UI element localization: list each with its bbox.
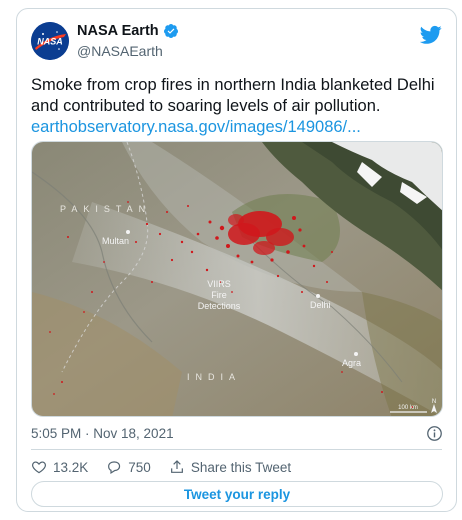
city-marker-agra — [354, 352, 358, 356]
like-button[interactable]: 13.2K — [31, 459, 88, 475]
city-marker-multan — [126, 230, 130, 234]
label-viirs-2: Fire — [211, 290, 227, 300]
verified-badge-icon — [163, 24, 178, 38]
reply-bubble-icon — [108, 461, 121, 474]
tweet-your-reply-button[interactable]: Tweet your reply — [31, 481, 443, 507]
tweet-header: NASA NASA Earth @NASAEarth — [31, 22, 442, 62]
satellite-map-image: PAKISTAN INDIA Multan Delhi Agra VIIRS F… — [32, 142, 442, 416]
label-delhi: Delhi — [310, 300, 331, 310]
label-agra: Agra — [342, 358, 361, 368]
name-line: NASA Earth — [77, 23, 179, 39]
heart-icon — [31, 461, 47, 474]
display-name[interactable]: NASA Earth — [77, 23, 159, 39]
avatar[interactable]: NASA — [31, 22, 69, 60]
tweet-card: NASA NASA Earth @NASAEarth Smoke from cr… — [16, 8, 457, 512]
tweet-media[interactable]: PAKISTAN INDIA Multan Delhi Agra VIIRS F… — [31, 141, 443, 417]
reply-count: 750 — [128, 459, 151, 475]
info-icon[interactable] — [426, 425, 443, 442]
reply-count-button[interactable]: 750 — [106, 459, 151, 475]
divider — [31, 449, 442, 450]
label-multan: Multan — [102, 236, 129, 246]
tweet-body: Smoke from crop fires in northern India … — [31, 75, 445, 138]
tweet-text: Smoke from crop fires in northern India … — [31, 76, 435, 115]
share-label: Share this Tweet — [190, 459, 292, 475]
label-pakistan: PAKISTAN — [60, 204, 151, 214]
scale-label: 100 km — [398, 405, 418, 411]
twitter-bird-icon[interactable] — [420, 25, 442, 45]
action-bar: 13.2K 750 Share this Tweet — [31, 457, 309, 477]
handle[interactable]: @NASAEarth — [77, 43, 163, 59]
label-india: INDIA — [187, 372, 241, 382]
share-button[interactable]: Share this Tweet — [169, 459, 291, 475]
meta-row: 5:05 PM · Nov 18, 2021 — [31, 425, 443, 443]
city-marker-delhi — [316, 294, 320, 298]
tweet-link[interactable]: earthobservatory.nasa.gov/images/149086/… — [31, 117, 445, 138]
label-viirs-1: VIIRS — [207, 279, 231, 289]
north-label: N — [432, 399, 436, 405]
share-icon — [170, 460, 183, 473]
svg-text:NASA: NASA — [37, 37, 63, 47]
timestamp[interactable]: 5:05 PM · Nov 18, 2021 — [31, 426, 174, 441]
like-count: 13.2K — [53, 459, 89, 475]
label-viirs-3: Detections — [198, 301, 241, 311]
nasa-logo-icon: NASA — [31, 22, 69, 60]
